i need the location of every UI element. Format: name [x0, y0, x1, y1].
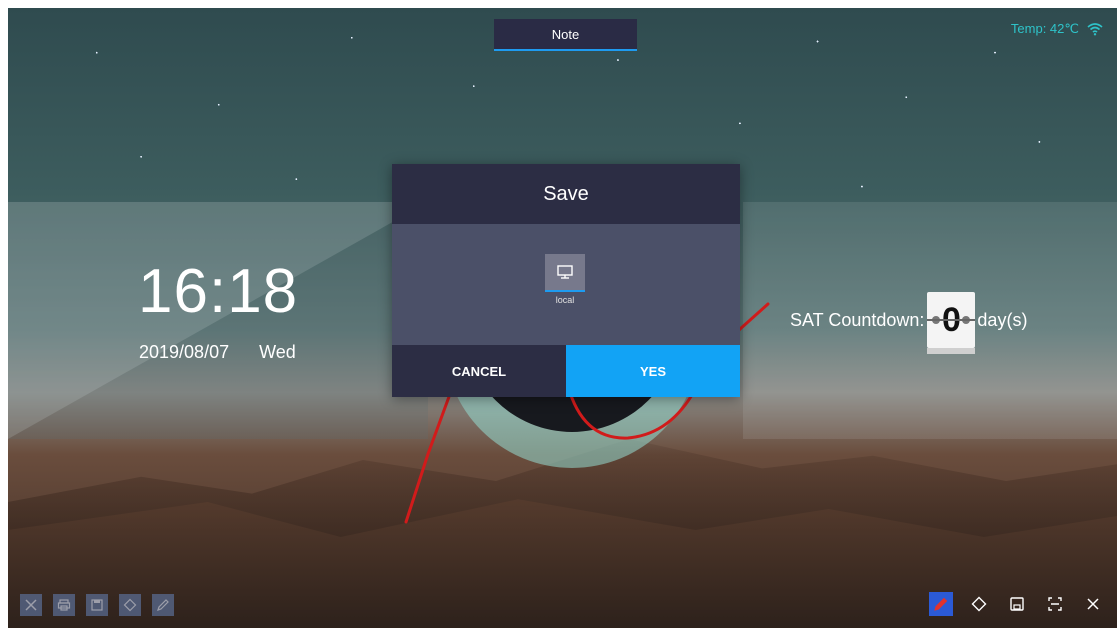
clock-time: 16:18 — [138, 257, 299, 326]
clock-weekday: Wed — [259, 342, 296, 362]
pen-icon — [152, 594, 174, 616]
temperature-readout: Temp: 42℃ — [1010, 21, 1079, 36]
save-icon — [86, 594, 108, 616]
countdown-flip-card: 0 — [927, 292, 976, 354]
annotation-toolbar — [929, 592, 1105, 616]
countdown-unit: day(s) — [977, 309, 1028, 330]
dialog-actions: CANCEL YES — [392, 345, 740, 397]
clock-date: 2019/08/07 — [139, 342, 230, 362]
pen-tool-button[interactable] — [929, 592, 953, 616]
close-icon — [20, 594, 42, 616]
desktop-screen: Note Temp: 42℃ 16:18 2019/08/07 Wed SAT … — [8, 8, 1117, 628]
print-icon — [53, 594, 75, 616]
status-bar: Temp: 42℃ — [1011, 21, 1103, 37]
yes-button[interactable]: YES — [566, 345, 740, 397]
eraser-tool-button[interactable] — [967, 592, 991, 616]
disabled-toolbar — [20, 594, 174, 616]
flip-card-base — [927, 348, 976, 354]
storage-option-local[interactable]: local — [545, 254, 585, 305]
note-tab[interactable]: Note — [494, 19, 637, 51]
flip-pin-right — [962, 316, 971, 324]
fullscreen-icon — [1048, 597, 1062, 611]
dialog-title: Save — [392, 164, 740, 224]
save-tool-button[interactable] — [1005, 592, 1029, 616]
close-icon — [1087, 598, 1099, 610]
save-dialog: Save local CANCEL YES — [392, 164, 740, 397]
storage-option-label: local — [555, 295, 575, 305]
countdown-days-value: 0 — [941, 300, 961, 339]
storage-option-icon-box — [545, 254, 585, 292]
close-tool-button[interactable] — [1081, 592, 1105, 616]
monitor-icon — [557, 265, 573, 279]
eraser-icon — [119, 594, 141, 616]
wifi-icon — [1087, 23, 1103, 36]
sat-countdown: SAT Countdown: 0 day(s) — [790, 292, 1028, 354]
dialog-body: local — [392, 224, 740, 345]
countdown-label: SAT Countdown: — [790, 309, 925, 330]
pen-icon — [934, 597, 948, 611]
eraser-icon — [971, 596, 987, 612]
fullscreen-tool-button[interactable] — [1043, 592, 1067, 616]
flip-pin-left — [932, 316, 941, 324]
save-icon — [1010, 597, 1024, 611]
cancel-button[interactable]: CANCEL — [392, 345, 566, 397]
clock-date-row: 2019/08/07 Wed — [139, 342, 296, 363]
